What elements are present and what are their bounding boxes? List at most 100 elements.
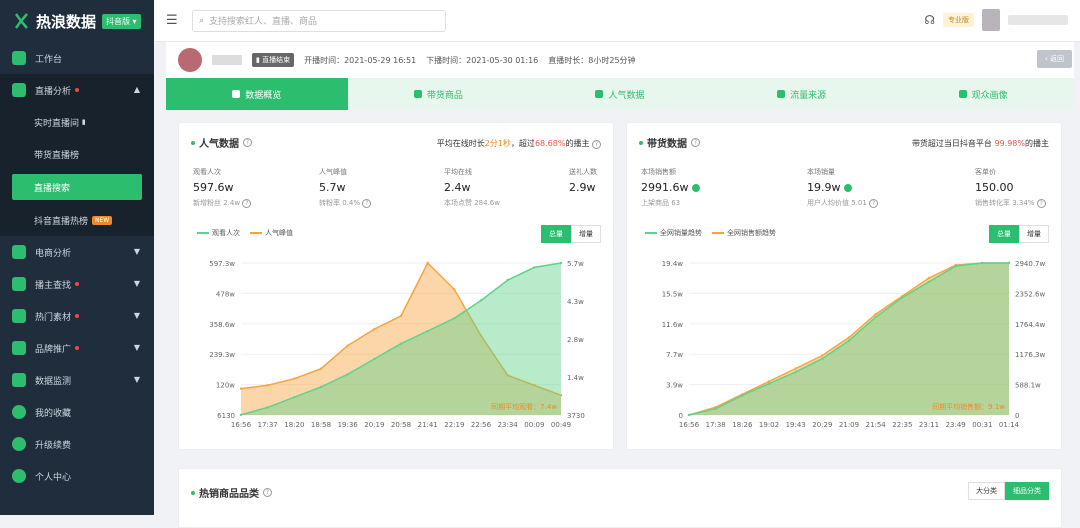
upgrade-icon	[12, 437, 26, 451]
sidebar-item-monitor[interactable]: 数据监测 ▼	[0, 364, 154, 396]
data-point	[346, 344, 349, 347]
sales-chart: 0 3.9w 7.7w 11.6w 15.5w 19.4w 0 588.1w 1176.3w 17…	[662, 260, 1046, 429]
x-tick-label: 01:14	[999, 421, 1020, 429]
host-avatar[interactable]	[178, 48, 202, 72]
sidebar-item-profile[interactable]: 个人中心	[0, 460, 154, 492]
live-status-badge: ▮ 直播结束	[252, 53, 295, 67]
sidebar-item-sales-rank[interactable]: 带货直播榜	[0, 138, 154, 170]
data-point	[293, 395, 296, 399]
bag-icon	[413, 90, 422, 98]
tab-popularity[interactable]: 人气数据	[529, 78, 711, 110]
y-right-tick-label: 4.3w	[567, 298, 584, 306]
x-tick-label: 18:20	[284, 421, 304, 429]
total-button[interactable]: 总量	[541, 225, 571, 243]
legend-item[interactable]: 人气峰值	[250, 228, 293, 238]
sidebar-item-realtime-live[interactable]: 实时直播间 ▮	[0, 106, 154, 138]
x-tick-label: 16:56	[231, 421, 252, 429]
avatar[interactable]	[982, 9, 1000, 31]
legend-item[interactable]: 全网销售额趋势	[712, 228, 776, 238]
sidebar-item-live-search[interactable]: 直播搜索	[12, 174, 142, 200]
legend-item[interactable]: 全网销量趋势	[645, 228, 702, 238]
x-tick-label: 17:38	[706, 421, 726, 429]
data-point	[1007, 261, 1011, 265]
sidebar: 热浪数据 抖音版 ▾ 工作台 直播分析 ▲ 实时直播间 ▮ 带货直播榜 直播搜索 …	[0, 0, 154, 515]
data-point	[346, 373, 349, 376]
sidebar-item-ecommerce[interactable]: 电商分析 ▼	[0, 236, 154, 268]
edition-badge[interactable]: 抖音版 ▾	[102, 13, 141, 29]
y-left-tick-label: 11.6w	[662, 321, 684, 329]
data-point	[981, 261, 984, 265]
major-category-button[interactable]: 大分类	[968, 482, 1005, 500]
data-point	[767, 382, 771, 385]
data-point	[426, 329, 429, 333]
back-button[interactable]: ‹ 返回	[1036, 50, 1072, 68]
total-button[interactable]: 总量	[989, 225, 1019, 243]
x-tick-label: 23:11	[919, 421, 939, 429]
help-icon[interactable]: ?	[1036, 199, 1046, 208]
tab-products[interactable]: 带货商品	[348, 78, 530, 110]
sidebar-item-find-host[interactable]: 播主查找 ▼	[0, 268, 154, 300]
logo[interactable]: 热浪数据 抖音版 ▾	[0, 0, 154, 42]
plan-badge: 专业版	[943, 13, 974, 27]
verified-icon	[691, 183, 700, 192]
chevron-down-icon: ▼	[133, 375, 140, 384]
star-icon	[12, 405, 26, 419]
data-point	[373, 357, 376, 361]
help-icon[interactable]: ?	[263, 488, 272, 497]
alert-dot	[75, 346, 80, 350]
sidebar-item-workbench[interactable]: 工作台	[0, 42, 154, 74]
logo-icon	[14, 13, 28, 29]
stat-sales-amount: 本场销售额 2991.6w 上架商品 63	[641, 167, 700, 208]
sales-panel: 带货数据? 带货超过当日抖音平台 99.98%的播主 本场销售额 2991.6w 上…	[626, 122, 1062, 450]
sidebar-item-hot-live[interactable]: 抖音直播热榜 NEW	[0, 204, 154, 236]
x-tick-label: 18:58	[311, 421, 331, 429]
stat-unit-price: 客单价 150.00 销售转化率 3.34% ?	[975, 167, 1046, 208]
sidebar-item-upgrade[interactable]: 升级续费	[0, 428, 154, 460]
x-tick-label: 23:34	[498, 421, 519, 429]
verified-icon	[843, 183, 852, 192]
tab-overview[interactable]: 数据概览	[166, 78, 348, 110]
help-icon[interactable]: ?	[243, 138, 252, 147]
x-tick-label: 00:09	[524, 421, 544, 429]
chevron-down-icon: ▼	[133, 247, 140, 256]
username[interactable]	[1008, 15, 1068, 25]
sidebar-item-hot-material[interactable]: 热门素材 ▼	[0, 300, 154, 332]
sidebar-item-favorites[interactable]: 我的收藏	[0, 396, 154, 428]
legend-item[interactable]: 观看人次	[197, 228, 240, 238]
help-icon[interactable]: ?	[242, 199, 252, 208]
data-point	[319, 385, 323, 389]
data-point	[293, 377, 296, 380]
increment-button[interactable]: 增量	[1019, 225, 1049, 243]
help-icon[interactable]: ?	[691, 138, 700, 147]
y-right-tick-label: 2352.6w	[1015, 290, 1045, 298]
film-icon	[12, 309, 26, 323]
headset-icon[interactable]: ☊	[924, 13, 935, 27]
tab-traffic[interactable]: 流量来源	[711, 78, 893, 110]
sidebar-item-live-analysis[interactable]: 直播分析 ▲	[0, 74, 154, 106]
help-icon[interactable]: ?	[592, 140, 601, 149]
minor-category-button[interactable]: 细品分类	[1005, 482, 1049, 500]
x-tick-label: 22:35	[892, 421, 912, 429]
increment-button[interactable]: 增量	[571, 225, 601, 243]
data-point	[954, 264, 957, 268]
sidebar-item-brand[interactable]: 品牌推广 ▼	[0, 332, 154, 364]
search-input[interactable]: ⌕ 支持搜索红人、直播、商品	[192, 9, 446, 32]
help-icon[interactable]: ?	[362, 199, 372, 208]
host-name[interactable]	[212, 55, 242, 65]
help-icon[interactable]: ?	[869, 199, 879, 208]
y-right-tick-label: 1.4w	[567, 374, 584, 382]
alert-dot	[75, 314, 80, 318]
y-left-tick-label: 478w	[216, 290, 235, 298]
data-point	[847, 339, 851, 342]
data-point	[399, 314, 403, 318]
x-tick-label: 23:49	[946, 421, 966, 429]
flame-icon	[595, 90, 604, 98]
x-tick-label: 17:37	[258, 421, 278, 429]
stat-peak: 人气峰值 5.7w 转粉率 0.4% ?	[319, 167, 372, 208]
panel-title: 人气数据?	[191, 135, 252, 150]
y-right-tick-label: 3730	[567, 412, 585, 420]
menu-toggle-icon[interactable]: ☰	[166, 13, 180, 28]
tab-audience[interactable]: 观众画像	[892, 78, 1074, 110]
data-point	[453, 317, 456, 320]
data-point	[847, 336, 851, 339]
